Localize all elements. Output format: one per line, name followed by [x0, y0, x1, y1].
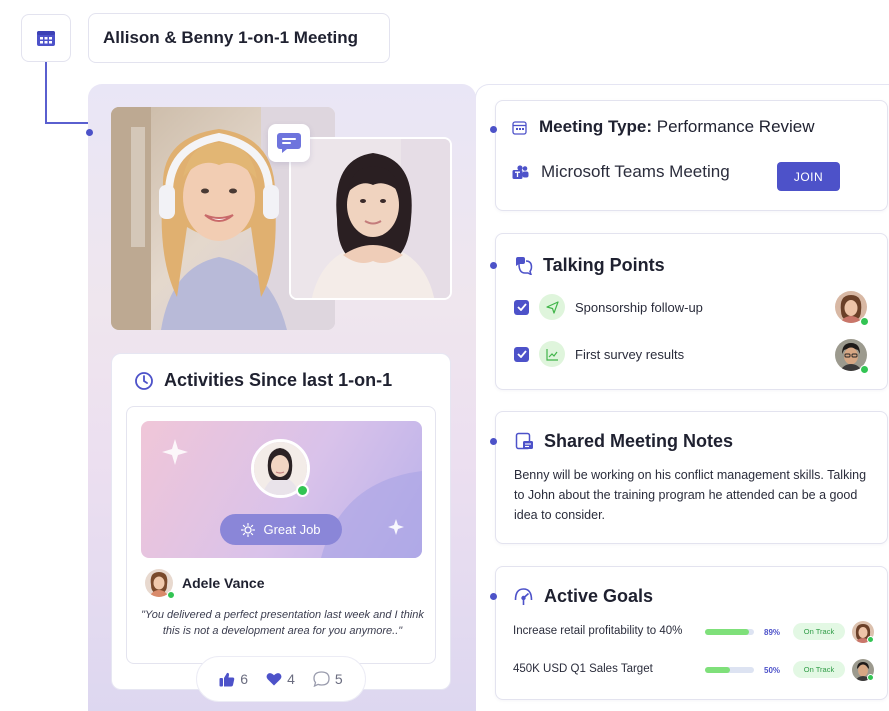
online-status-dot: [867, 636, 874, 643]
online-status-dot: [296, 484, 309, 497]
talking-point-label: Sponsorship follow-up: [575, 299, 703, 315]
goal-label: 450K USD Q1 Sales Target: [513, 663, 653, 675]
great-job-badge[interactable]: Great Job: [220, 514, 342, 545]
goal-progress-fill: [705, 629, 749, 635]
goal-progress-fill: [705, 667, 730, 673]
send-icon-badge: [539, 294, 565, 320]
connector-dot: [490, 262, 497, 269]
shared-notes-title-text: Shared Meeting Notes: [544, 431, 734, 451]
sun-icon: [241, 522, 256, 537]
talking-point-label: First survey results: [575, 346, 685, 362]
calendar-button[interactable]: [21, 14, 71, 62]
goal-percent: 50%: [764, 666, 781, 675]
calendar-icon: [512, 120, 527, 135]
meeting-title-text: Allison & Benny 1-on-1 Meeting: [103, 28, 359, 47]
author-name: Adele Vance: [182, 575, 265, 591]
join-button[interactable]: JOIN: [777, 162, 840, 191]
activity-author: Adele Vance: [145, 569, 265, 597]
check-icon: [516, 303, 527, 311]
activities-title-text: Activities Since last 1-on-1: [164, 370, 393, 390]
meeting-platform-row: Microsoft Teams Meeting: [512, 162, 730, 182]
meeting-type-value: Performance Review: [652, 117, 815, 136]
calendar-icon: [37, 31, 55, 46]
goal-progress-bar: [705, 629, 754, 635]
comment-reaction[interactable]: 5: [313, 671, 343, 687]
activity-quote: "You delivered a perfect presentation la…: [141, 609, 424, 637]
talking-point-item[interactable]: First survey results: [514, 341, 684, 367]
online-status-dot: [860, 317, 869, 326]
online-status-dot: [867, 674, 874, 681]
heart-count: 4: [287, 671, 295, 687]
reactions-bar: 6 4 5: [196, 656, 366, 702]
goal-progress-bar: [705, 667, 754, 673]
chat-icon: [277, 133, 301, 153]
great-job-label: Great Job: [263, 522, 321, 537]
check-icon: [516, 350, 527, 358]
chat-bubbles-icon: [516, 257, 533, 275]
checkbox[interactable]: [514, 299, 529, 315]
line-chart-icon: [545, 348, 558, 361]
shared-notes-text: Benny will be working on his conflict ma…: [514, 468, 867, 522]
meeting-type-row: Meeting Type: Performance Review: [512, 117, 815, 137]
heart-icon: [266, 673, 282, 686]
talking-points-title-text: Talking Points: [543, 255, 665, 275]
history-icon: [135, 371, 153, 390]
like-count: 6: [240, 671, 249, 687]
status-badge: On Track: [793, 623, 845, 640]
shared-notes-title: Shared Meeting Notes: [515, 431, 733, 452]
meeting-title: Allison & Benny 1-on-1 Meeting: [88, 13, 390, 63]
target-icon: [514, 588, 533, 605]
heart-reaction[interactable]: 4: [266, 671, 295, 687]
goal-label: Increase retail profitability to 40%: [513, 625, 683, 637]
connector-dot: [86, 129, 93, 136]
like-reaction[interactable]: 6: [219, 671, 248, 687]
chart-icon-badge: [539, 341, 565, 367]
notes-icon: [515, 432, 533, 450]
comment-count: 5: [334, 671, 343, 687]
send-icon: [545, 300, 559, 314]
goal-row[interactable]: Increase retail profitability to 40%: [513, 625, 703, 637]
online-status-dot: [167, 591, 175, 599]
teams-icon: [512, 164, 529, 179]
connector-dot: [490, 126, 497, 133]
meeting-type-label: Meeting Type:: [539, 117, 653, 136]
connector-dot: [490, 438, 497, 445]
goal-row[interactable]: 450K USD Q1 Sales Target: [513, 663, 703, 675]
talking-point-item[interactable]: Sponsorship follow-up: [514, 294, 703, 320]
activities-title: Activities Since last 1-on-1: [134, 370, 392, 391]
goal-percent: 89%: [764, 628, 781, 637]
active-goals-title-text: Active Goals: [544, 586, 654, 606]
participant-video-image: [291, 139, 450, 298]
chat-button[interactable]: [268, 124, 310, 162]
video-second-participant[interactable]: [289, 137, 452, 300]
online-status-dot: [860, 365, 869, 374]
connector-dot: [490, 593, 497, 600]
thumbs-up-icon: [219, 672, 235, 686]
connector-line: [45, 62, 47, 124]
sparkle-icon: [162, 439, 188, 465]
meeting-platform-label: Microsoft Teams Meeting: [541, 162, 730, 181]
comment-icon: [313, 671, 330, 687]
active-goals-title: Active Goals: [513, 586, 653, 607]
status-badge: On Track: [793, 661, 845, 678]
talking-points-title: Talking Points: [513, 255, 665, 276]
checkbox[interactable]: [514, 346, 529, 362]
